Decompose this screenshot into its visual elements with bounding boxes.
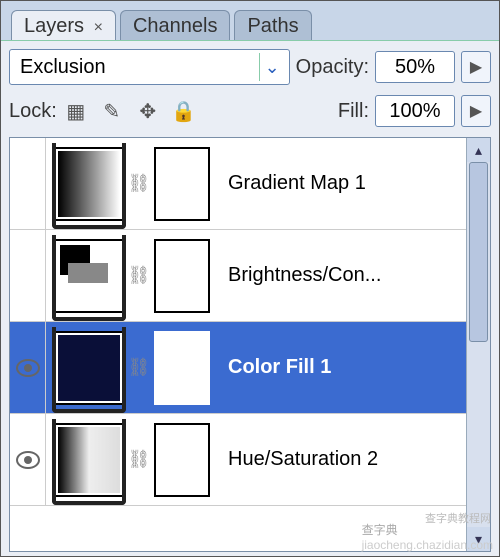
opacity-input[interactable]: 50% bbox=[375, 51, 455, 83]
scroll-thumb[interactable] bbox=[469, 162, 488, 342]
lock-all-icon[interactable]: 🔒 bbox=[171, 98, 197, 124]
layer-name[interactable]: Gradient Map 1 bbox=[228, 172, 366, 195]
eye-icon bbox=[16, 451, 40, 469]
layer-name[interactable]: Brightness/Con... bbox=[228, 264, 381, 287]
link-icon[interactable]: ⛓ bbox=[130, 449, 148, 470]
lock-paint-icon[interactable]: ✎ bbox=[99, 98, 125, 124]
layer-name[interactable]: Color Fill 1 bbox=[228, 356, 331, 379]
scroll-up-icon[interactable]: ▴ bbox=[467, 138, 490, 162]
layer-mask[interactable] bbox=[154, 331, 210, 405]
tab-channels[interactable]: Channels bbox=[120, 10, 231, 40]
layer-mask[interactable] bbox=[154, 147, 210, 221]
link-icon[interactable]: ⛓ bbox=[130, 173, 148, 194]
eye-icon bbox=[16, 359, 40, 377]
opacity-label: Opacity: bbox=[296, 56, 369, 79]
lock-transparency-icon[interactable]: ▦ bbox=[63, 98, 89, 124]
layer-mask[interactable] bbox=[154, 239, 210, 313]
layer-thumbnail[interactable] bbox=[54, 331, 124, 405]
visibility-toggle[interactable] bbox=[10, 414, 46, 505]
chevron-down-icon[interactable]: ⌄ bbox=[259, 53, 285, 81]
tab-label: Layers bbox=[24, 15, 84, 37]
layers-scroll: ⛓ Gradient Map 1 ⛓ Brightness/Con... bbox=[10, 138, 466, 551]
fill-label: Fill: bbox=[338, 100, 369, 123]
watermark-bottom: 查字典 jiaocheng.chazidian.com bbox=[362, 521, 493, 552]
blend-mode-value: Exclusion bbox=[20, 56, 106, 79]
visibility-toggle[interactable] bbox=[10, 230, 46, 321]
blend-opacity-row: Exclusion ⌄ Opacity: 50% ▶ bbox=[9, 49, 491, 85]
lock-fill-row: Lock: ▦ ✎ ✥ 🔒 Fill: 100% ▶ bbox=[9, 95, 491, 127]
layers-panel: Exclusion ⌄ Opacity: 50% ▶ Lock: ▦ ✎ ✥ 🔒… bbox=[1, 41, 499, 556]
lock-label: Lock: bbox=[9, 100, 57, 123]
fill-input[interactable]: 100% bbox=[375, 95, 455, 127]
close-icon[interactable]: × bbox=[94, 19, 103, 36]
blend-mode-select[interactable]: Exclusion ⌄ bbox=[9, 49, 290, 85]
layer-thumbnail[interactable] bbox=[54, 147, 124, 221]
link-icon[interactable]: ⛓ bbox=[130, 357, 148, 378]
watermark-bottom-2: jiaocheng.chazidian.com bbox=[362, 538, 493, 552]
lock-icons: ▦ ✎ ✥ 🔒 bbox=[63, 98, 197, 124]
tab-layers[interactable]: Layers × bbox=[11, 10, 116, 40]
opacity-value: 50% bbox=[395, 56, 435, 79]
layer-row[interactable]: ⛓ Hue/Saturation 2 bbox=[10, 414, 466, 506]
fill-slider-button[interactable]: ▶ bbox=[461, 95, 491, 127]
layer-thumbnail[interactable] bbox=[54, 239, 124, 313]
tab-label: Paths bbox=[247, 15, 298, 37]
tab-label: Channels bbox=[133, 15, 218, 37]
layer-thumbnail[interactable] bbox=[54, 423, 124, 497]
layer-row[interactable]: ⛓ Gradient Map 1 bbox=[10, 138, 466, 230]
layer-name[interactable]: Hue/Saturation 2 bbox=[228, 448, 378, 471]
tab-strip: Layers × Channels Paths bbox=[1, 1, 499, 41]
visibility-toggle[interactable] bbox=[10, 138, 46, 229]
layers-list: ⛓ Gradient Map 1 ⛓ Brightness/Con... bbox=[9, 137, 491, 552]
layer-mask[interactable] bbox=[154, 423, 210, 497]
layer-row[interactable]: ⛓ Brightness/Con... bbox=[10, 230, 466, 322]
fill-value: 100% bbox=[389, 100, 440, 123]
layer-row[interactable]: ⛓ Color Fill 1 bbox=[10, 322, 466, 414]
tab-paths[interactable]: Paths bbox=[234, 10, 311, 40]
opacity-slider-button[interactable]: ▶ bbox=[461, 51, 491, 83]
watermark-bottom-1: 查字典 bbox=[362, 523, 398, 537]
visibility-toggle[interactable] bbox=[10, 322, 46, 413]
link-icon[interactable]: ⛓ bbox=[130, 265, 148, 286]
scrollbar[interactable]: ▴ ▾ bbox=[466, 138, 490, 551]
lock-position-icon[interactable]: ✥ bbox=[135, 98, 161, 124]
